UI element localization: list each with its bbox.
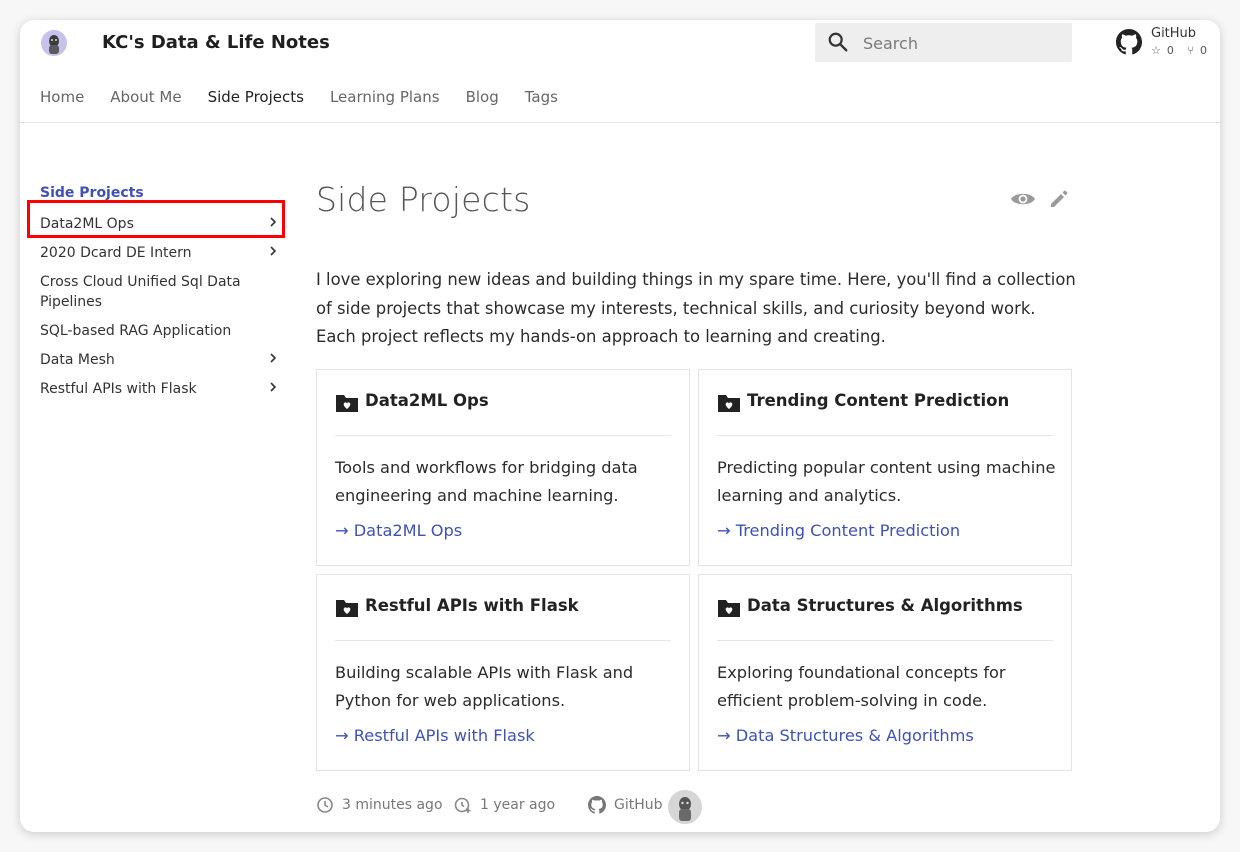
chevron-right-icon[interactable] — [266, 244, 280, 258]
nav-home[interactable]: Home — [40, 88, 84, 110]
project-card: Restful APIs with Flask Building scalabl… — [316, 574, 690, 771]
card-link[interactable]: → Restful APIs with Flask — [335, 726, 535, 745]
search-input[interactable] — [863, 32, 1058, 54]
card-link[interactable]: → Data2ML Ops — [335, 521, 462, 540]
main-nav: Home About Me Side Projects Learning Pla… — [40, 88, 584, 110]
eye-icon[interactable] — [1010, 188, 1036, 210]
card-link[interactable]: → Trending Content Prediction — [717, 521, 960, 540]
pencil-icon[interactable] — [1048, 188, 1070, 210]
card-title[interactable]: Trending Content Prediction — [747, 391, 1009, 410]
contributor-avatar[interactable] — [668, 790, 702, 824]
card-description: Predicting popular content using machine… — [717, 458, 1056, 505]
nav-blog[interactable]: Blog — [466, 88, 499, 110]
sidebar-item-dcard-intern[interactable]: 2020 Dcard DE Intern — [40, 238, 280, 267]
sidebar-item-label: Data2ML Ops — [40, 216, 134, 232]
star-icon: ☆ — [1151, 44, 1161, 57]
card-divider — [335, 640, 671, 641]
card-description: Building scalable APIs with Flask and Py… — [335, 663, 634, 710]
sidebar-item-sql-rag[interactable]: SQL-based RAG Application — [40, 316, 280, 345]
folder-heart-icon — [718, 395, 740, 412]
sidebar-section-title[interactable]: Side Projects — [40, 182, 280, 204]
sidebar-item-data-mesh[interactable]: Data Mesh — [40, 345, 280, 374]
clock-plus-icon — [454, 797, 471, 813]
card-description: Tools and workflows for bridging data en… — [335, 458, 638, 505]
page-title: Side Projects — [316, 180, 531, 219]
site-logo[interactable] — [41, 30, 67, 56]
site-header: KC's Data & Life Notes GitHub ☆ 0 ⑂ 0 Home… — [20, 20, 1220, 123]
sidebar-item-data2ml-ops[interactable]: Data2ML Ops — [40, 209, 280, 238]
chevron-right-icon[interactable] — [266, 215, 280, 229]
repo-name: GitHub — [1151, 26, 1197, 41]
chevron-right-icon[interactable] — [266, 380, 280, 394]
sidebar-item-label: SQL-based RAG Application — [40, 323, 232, 339]
sidebar-item-label: Cross Cloud Unified Sql Data Pipelines — [40, 274, 241, 310]
sidebar-item-cross-cloud[interactable]: Cross Cloud Unified Sql Data Pipelines — [40, 267, 280, 316]
last-updated: 3 minutes ago — [342, 797, 443, 813]
card-title[interactable]: Restful APIs with Flask — [365, 596, 579, 615]
search-icon — [828, 32, 848, 52]
github-repo-link[interactable]: GitHub ☆ 0 ⑂ 0 — [1116, 26, 1212, 62]
search-box[interactable] — [815, 23, 1072, 62]
nav-learning-plans[interactable]: Learning Plans — [330, 88, 440, 110]
nav-about-me[interactable]: About Me — [110, 88, 181, 110]
folder-heart-icon — [336, 600, 358, 617]
project-card: Data2ML Ops Tools and workflows for brid… — [316, 369, 690, 566]
folder-heart-icon — [336, 395, 358, 412]
sidebar-item-label: Data Mesh — [40, 352, 115, 368]
nav-side-projects[interactable]: Side Projects — [208, 88, 304, 110]
project-card: Data Structures & Algorithms Exploring f… — [698, 574, 1072, 771]
sidebar-item-label: 2020 Dcard DE Intern — [40, 245, 192, 261]
github-icon — [588, 796, 606, 814]
github-contributor-link[interactable]: GitHub — [614, 797, 663, 813]
card-title[interactable]: Data2ML Ops — [365, 391, 489, 410]
card-divider — [717, 435, 1053, 436]
browser-window: KC's Data & Life Notes GitHub ☆ 0 ⑂ 0 Home… — [20, 20, 1220, 832]
created-date: 1 year ago — [480, 797, 556, 813]
nav-tags[interactable]: Tags — [525, 88, 558, 110]
github-icon — [1116, 29, 1142, 55]
card-divider — [335, 435, 671, 436]
chevron-right-icon[interactable] — [266, 351, 280, 365]
intro-paragraph: I love exploring new ideas and building … — [316, 270, 1076, 346]
card-link[interactable]: → Data Structures & Algorithms — [717, 726, 974, 745]
sidebar-item-label: Restful APIs with Flask — [40, 381, 197, 397]
sidebar: Side Projects Data2ML Ops 2020 Dcard DE … — [40, 182, 280, 403]
project-card: Trending Content Prediction Predicting p… — [698, 369, 1072, 566]
fork-count: 0 — [1199, 44, 1207, 57]
folder-heart-icon — [718, 600, 740, 617]
repo-stats: ☆ 0 ⑂ 0 — [1151, 44, 1213, 57]
card-description: Exploring foundational concepts for effi… — [717, 663, 1006, 710]
card-divider — [717, 640, 1053, 641]
card-title[interactable]: Data Structures & Algorithms — [747, 596, 1023, 615]
fork-icon: ⑂ — [1187, 44, 1194, 57]
site-title[interactable]: KC's Data & Life Notes — [102, 32, 330, 53]
star-count: 0 — [1166, 44, 1174, 57]
sidebar-item-restful-apis[interactable]: Restful APIs with Flask — [40, 374, 280, 403]
clock-icon — [317, 797, 333, 813]
